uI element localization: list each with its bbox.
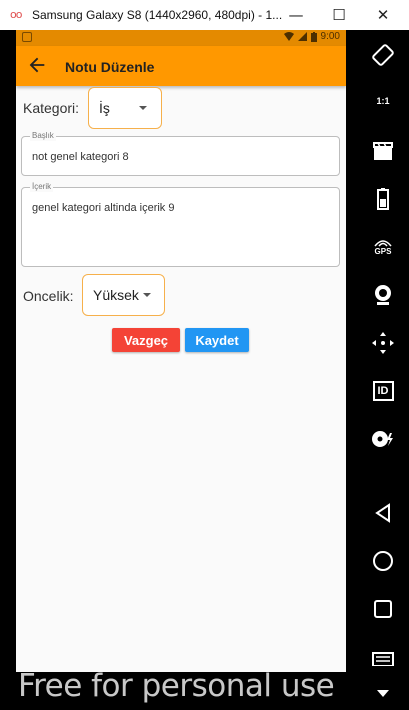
- page-title: Notu Düzenle: [65, 59, 155, 75]
- priority-label: Oncelik:: [23, 288, 74, 304]
- battery-icon[interactable]: [368, 184, 398, 214]
- content-field-label: İçerik: [30, 182, 54, 192]
- device-frame-left: [0, 30, 16, 710]
- id-label: ID: [372, 381, 394, 401]
- window-title: Samsung Galaxy S8 (1440x2960, 480dpi) - …: [32, 8, 283, 22]
- more-icon[interactable]: [368, 678, 398, 708]
- id-icon[interactable]: ID: [368, 376, 398, 406]
- rotate-icon[interactable]: [368, 40, 398, 70]
- arrow-back-icon[interactable]: [26, 54, 48, 76]
- screen-record-icon[interactable]: [368, 136, 398, 166]
- category-value: İş: [99, 100, 110, 116]
- one-to-one-icon[interactable]: 1:1: [368, 86, 398, 116]
- battery-status-icon: [310, 31, 317, 42]
- status-time: 9:00: [320, 31, 340, 42]
- content-field[interactable]: İçerik genel kategori altinda içerik 9: [21, 182, 340, 267]
- priority-value: Yüksek: [93, 287, 139, 303]
- cancel-button[interactable]: Vazgeç: [112, 328, 180, 352]
- genymotion-logo: oo: [10, 8, 23, 21]
- recents-icon[interactable]: [368, 594, 398, 624]
- title-input[interactable]: not genel kategori 8: [32, 151, 129, 163]
- signal-icon: [297, 32, 307, 41]
- notification-icon: [22, 32, 32, 42]
- device-screen: 9:00 Notu Düzenle Kategori: İş Başlık no…: [16, 30, 346, 672]
- dropdown-arrow-icon: [139, 106, 147, 110]
- dropdown-arrow-icon: [143, 293, 151, 297]
- webcam-icon[interactable]: [368, 280, 398, 310]
- content-input[interactable]: genel kategori altinda içerik 9: [32, 202, 174, 214]
- disk-icon[interactable]: [368, 424, 398, 454]
- status-bar: 9:00: [16, 30, 346, 46]
- priority-dropdown[interactable]: Yüksek: [82, 274, 165, 316]
- maximize-button[interactable]: ☐: [327, 4, 351, 26]
- category-dropdown[interactable]: İş: [88, 87, 162, 129]
- device-frame-right: [346, 30, 358, 710]
- home-icon[interactable]: [368, 546, 398, 576]
- move-icon[interactable]: [368, 328, 398, 358]
- app-bar: Notu Düzenle: [16, 46, 346, 86]
- gps-label: GPS: [374, 246, 392, 256]
- wifi-icon: [283, 32, 294, 41]
- minimize-button[interactable]: —: [284, 4, 308, 26]
- menu-icon[interactable]: [368, 644, 398, 674]
- title-field-label: Başlık: [30, 131, 56, 141]
- title-field[interactable]: Başlık not genel kategori 8: [21, 131, 340, 176]
- window-titlebar: oo Samsung Galaxy S8 (1440x2960, 480dpi)…: [0, 0, 409, 30]
- close-button[interactable]: ✕: [371, 4, 395, 26]
- emulator-toolbar: 1:1 GPS ID: [358, 30, 409, 710]
- back-icon[interactable]: [368, 498, 398, 528]
- category-label: Kategori:: [23, 100, 80, 116]
- watermark: Free for personal use: [18, 668, 335, 704]
- gps-icon[interactable]: GPS: [368, 232, 398, 262]
- save-button[interactable]: Kaydet: [185, 328, 249, 352]
- status-indicators: 9:00: [283, 31, 340, 42]
